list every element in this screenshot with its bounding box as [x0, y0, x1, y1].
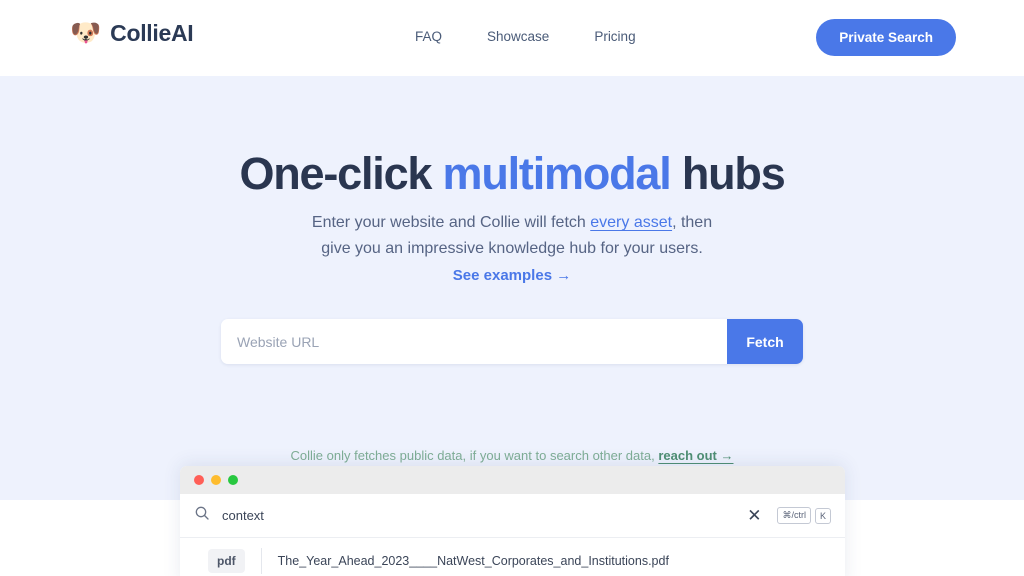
- file-name-label: The_Year_Ahead_2023____NatWest_Corporate…: [277, 554, 669, 568]
- nav-item-faq[interactable]: FAQ: [415, 29, 442, 44]
- nav-item-showcase[interactable]: Showcase: [487, 29, 549, 44]
- close-window-icon[interactable]: [194, 475, 204, 485]
- search-icon: [194, 505, 210, 526]
- window-titlebar: [180, 466, 845, 494]
- app-preview-window: context ✕ ⌘/ctrl K pdf The_Year_Ahead_20…: [180, 466, 845, 576]
- headline-accent: multimodal: [442, 148, 672, 199]
- hero-subheading: Enter your website and Collie will fetch…: [0, 210, 1024, 262]
- list-item[interactable]: pdf The_Year_Ahead_2023____NatWest_Corpo…: [180, 538, 845, 576]
- logo[interactable]: 🐶 CollieAI: [70, 19, 194, 47]
- website-url-input[interactable]: [221, 319, 727, 364]
- subheading-text-pre: Enter your website and Collie will fetch: [311, 214, 591, 231]
- divider: [260, 548, 262, 574]
- disclaimer-text: Collie only fetches public data, if you …: [0, 448, 1024, 463]
- see-examples-link[interactable]: See examples →: [0, 267, 1024, 284]
- shortcut-modifier-key[interactable]: ⌘/ctrl: [777, 507, 811, 524]
- close-icon[interactable]: ✕: [743, 507, 765, 524]
- site-header: 🐶 CollieAI FAQ Showcase Pricing Private …: [0, 0, 1024, 76]
- see-examples-label: See examples →: [452, 267, 572, 284]
- maximize-window-icon[interactable]: [228, 475, 238, 485]
- subheading-text-post: , then: [672, 214, 713, 231]
- shortcut-letter-key[interactable]: K: [814, 507, 831, 524]
- private-search-button[interactable]: Private Search: [816, 19, 956, 56]
- headline-part-1: One-click: [239, 148, 443, 199]
- app-search-bar: context ✕ ⌘/ctrl K: [180, 494, 845, 538]
- page-title: One-click multimodal hubs: [0, 148, 1024, 200]
- keyboard-shortcut-hint: ⌘/ctrl K: [777, 507, 831, 524]
- main-nav: FAQ Showcase Pricing: [415, 29, 636, 44]
- file-type-badge: pdf: [208, 549, 245, 573]
- app-search-input[interactable]: context: [222, 508, 731, 523]
- minimize-window-icon[interactable]: [211, 475, 221, 485]
- headline-part-2: hubs: [670, 148, 786, 199]
- logo-text: CollieAI: [110, 20, 194, 46]
- fetch-bar: Fetch: [221, 319, 803, 364]
- subheading-line-1: Enter your website and Collie will fetch…: [0, 210, 1024, 236]
- subheading-line-2: give you an impressive knowledge hub for…: [321, 240, 703, 257]
- every-asset-link[interactable]: every asset: [590, 214, 672, 231]
- dog-face-icon: 🐶: [70, 19, 102, 47]
- hero-section: One-click multimodal hubs Enter your web…: [0, 76, 1024, 514]
- disclaimer-label: Collie only fetches public data, if you …: [290, 448, 655, 463]
- reach-out-link[interactable]: reach out →: [658, 448, 733, 463]
- nav-item-pricing[interactable]: Pricing: [594, 29, 635, 44]
- fetch-button[interactable]: Fetch: [727, 319, 803, 364]
- landing-page: 🐶 CollieAI FAQ Showcase Pricing Private …: [0, 0, 1024, 576]
